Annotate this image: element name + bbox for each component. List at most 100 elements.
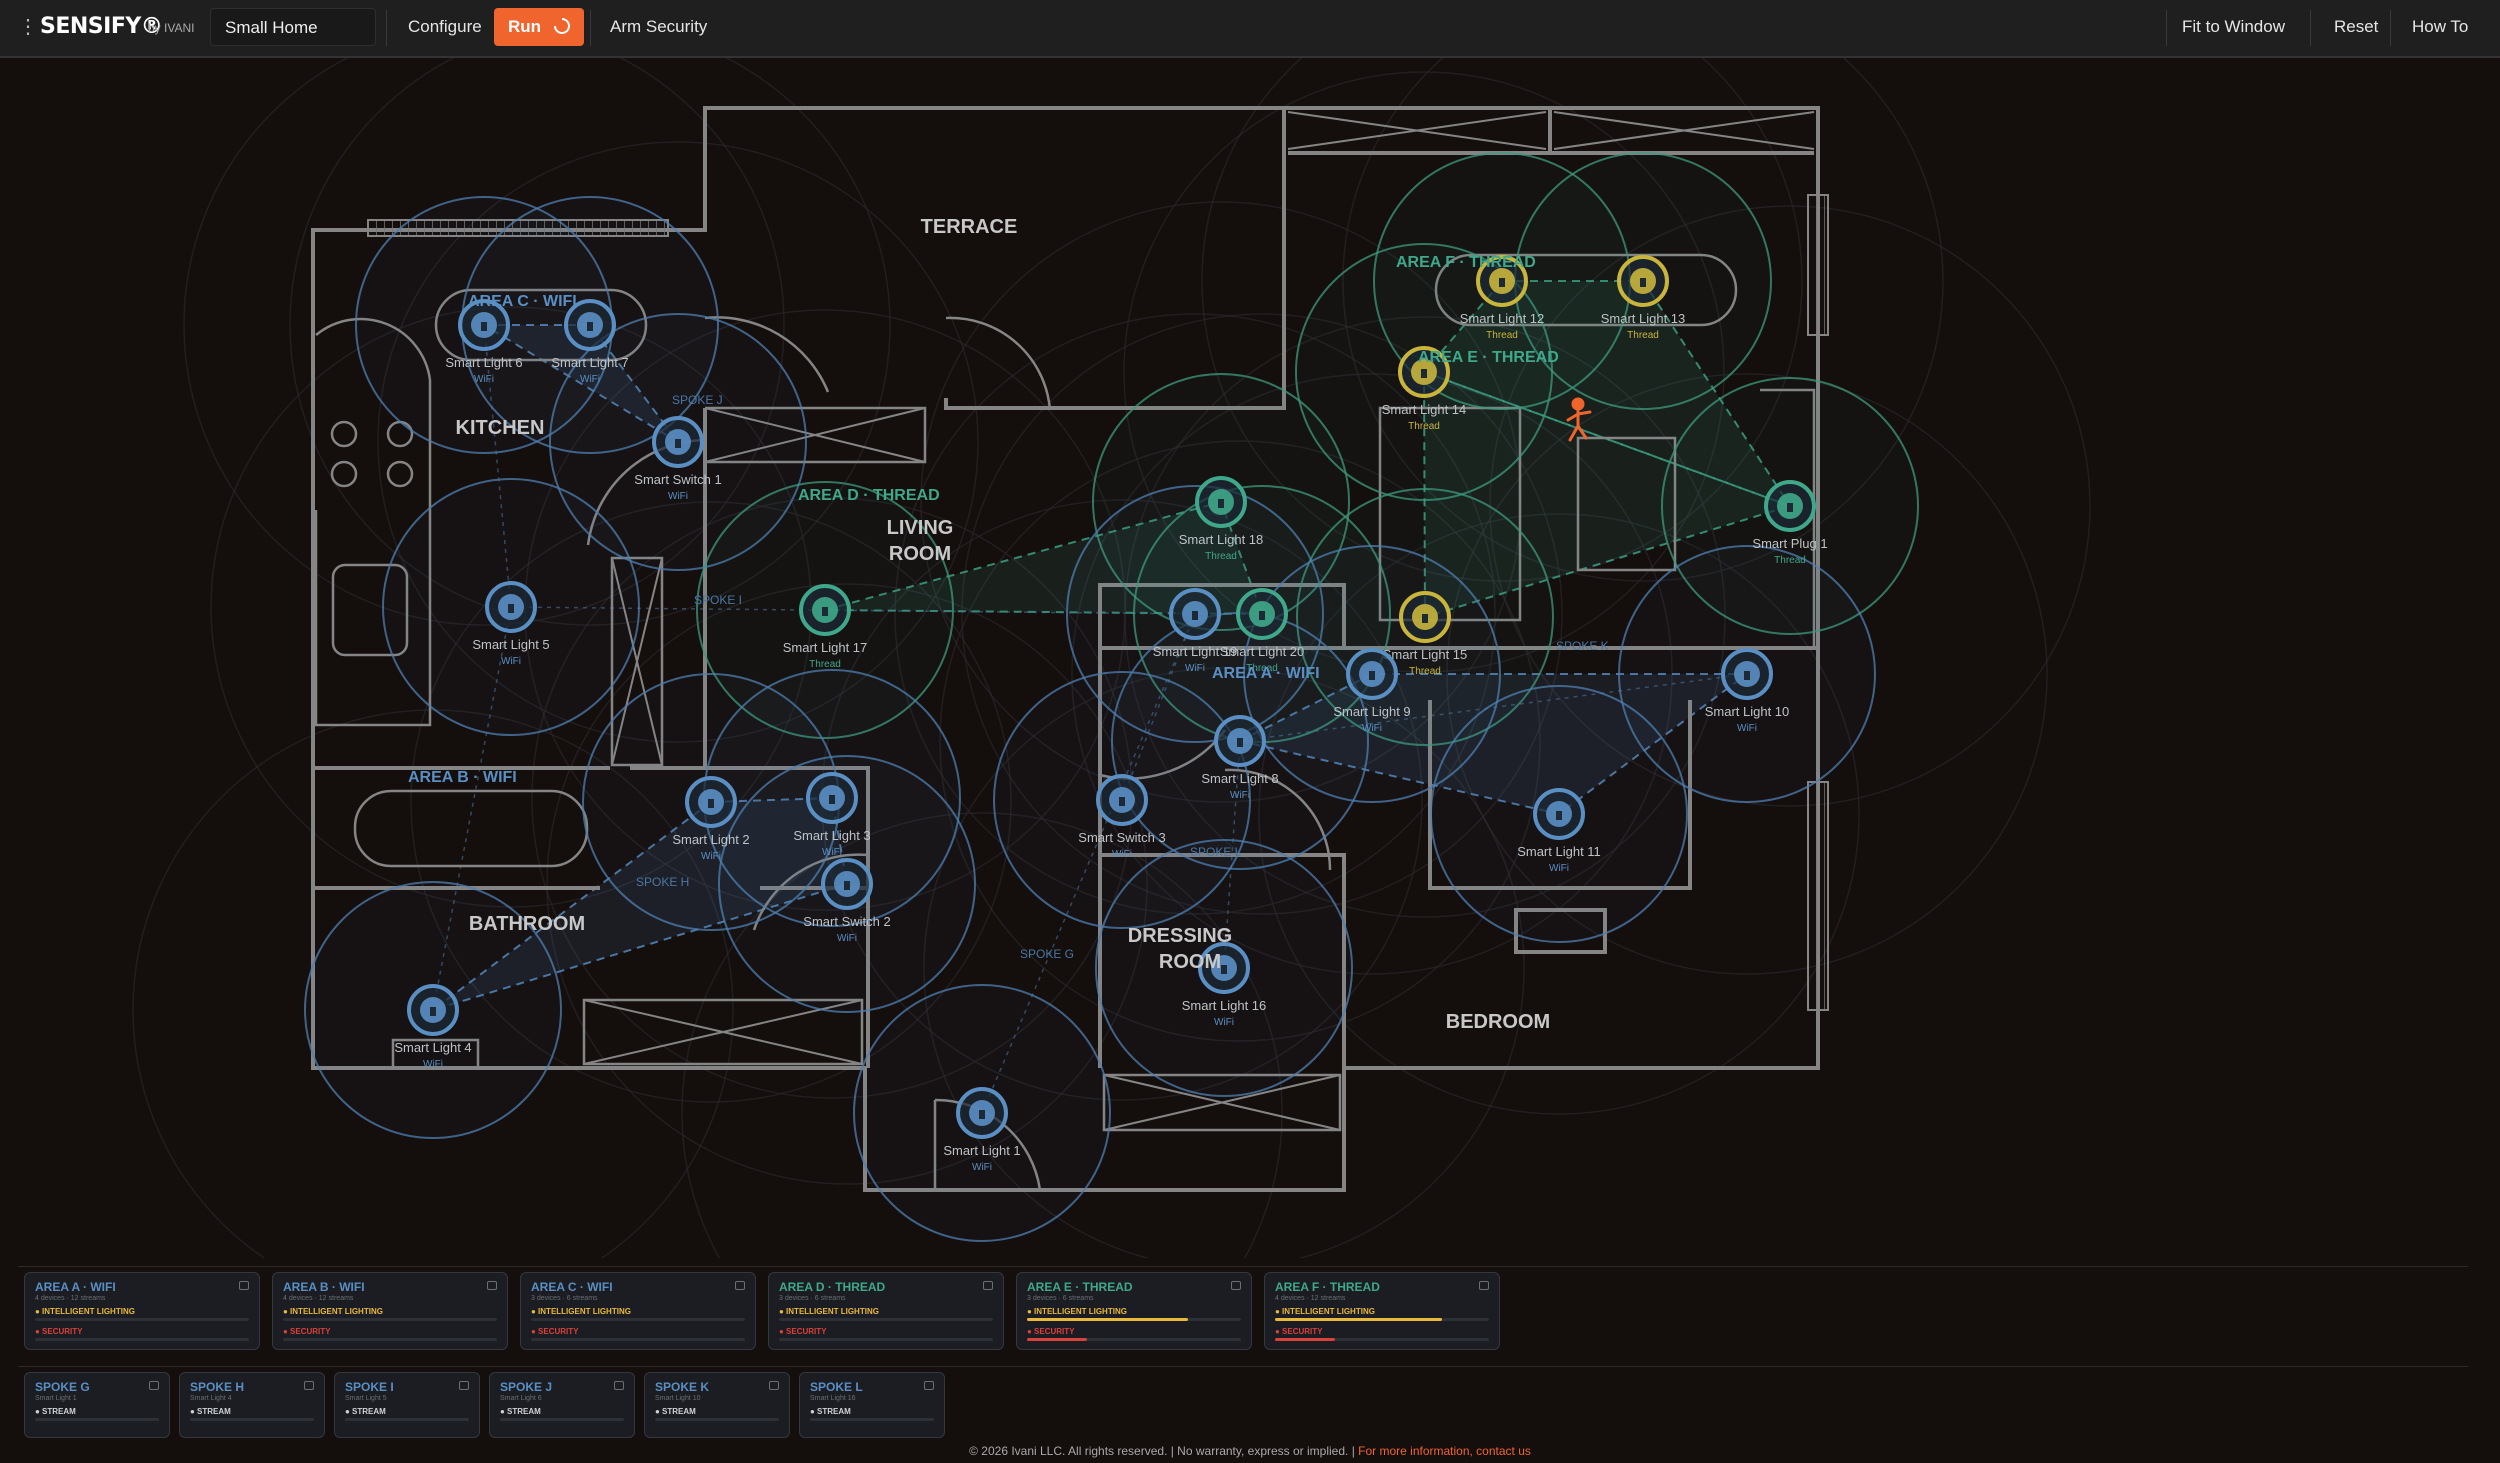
bulb-base-icon [587, 322, 593, 331]
floorplan-map[interactable]: Smart Light 6 WiFi Smart Light 7 WiFi Smart … [0, 58, 2500, 1258]
area-card-c[interactable]: AREA C · WIFI 3 devices · 6 streams ● IN… [520, 1272, 756, 1350]
arm-security-button[interactable]: Arm Security [594, 8, 723, 46]
delete-icon[interactable] [239, 1281, 249, 1290]
intelligent-lighting-label: ● INTELLIGENT LIGHTING [1027, 1307, 1127, 1316]
device-protocol: Thread [1409, 666, 1441, 677]
delete-icon[interactable] [769, 1381, 779, 1390]
reset-button[interactable]: Reset [2318, 8, 2394, 46]
spoke-card-g[interactable]: SPOKE G Smart Light 1 ● STREAM [24, 1372, 170, 1438]
fit-to-window-button[interactable]: Fit to Window [2166, 8, 2301, 46]
stream-bar [345, 1418, 469, 1421]
delete-icon[interactable] [735, 1281, 745, 1290]
delete-icon[interactable] [983, 1281, 993, 1290]
delete-icon[interactable] [459, 1381, 469, 1390]
area-card-d[interactable]: AREA D · THREAD 3 devices · 6 streams ● … [768, 1272, 1004, 1350]
stream-bar [810, 1418, 934, 1421]
area-card-e[interactable]: AREA E · THREAD 3 devices · 6 streams ● … [1016, 1272, 1252, 1350]
area-card-a[interactable]: AREA A · WIFI 4 devices · 12 streams ● I… [24, 1272, 260, 1350]
device-protocol: WiFi [822, 847, 842, 858]
security-label: ● SECURITY [531, 1327, 579, 1336]
room-label-terrace: TERRACE [921, 216, 1018, 238]
app-byline: by IVANI [148, 21, 195, 35]
spoke-card-h[interactable]: SPOKE H Smart Light 4 ● STREAM [179, 1372, 325, 1438]
bulb-base-icon [822, 607, 828, 616]
bulb-base-icon [1499, 278, 1505, 287]
spoke-card-j[interactable]: SPOKE J Smart Light 6 ● STREAM [489, 1372, 635, 1438]
security-bar [779, 1338, 993, 1341]
device-protocol: WiFi [1549, 863, 1569, 874]
spoke-card-title: SPOKE I [345, 1380, 394, 1394]
spoke-card-subtitle: Smart Light 16 [810, 1395, 856, 1402]
toolbar-divider [590, 10, 591, 46]
toolbar-divider [2310, 10, 2311, 46]
device-name: Smart Light 2 [672, 832, 749, 847]
spoke-card-subtitle: Smart Light 4 [190, 1395, 232, 1402]
security-label: ● SECURITY [283, 1327, 331, 1336]
spoke-card-i[interactable]: SPOKE I Smart Light 5 ● STREAM [334, 1372, 480, 1438]
bulb-base-icon [1744, 671, 1750, 680]
contact-link[interactable]: For more information, contact us [1358, 1444, 1531, 1458]
stream-label: ● STREAM [500, 1407, 541, 1416]
bulb-base-icon [829, 795, 835, 804]
area-card-subtitle: 3 devices · 6 streams [1027, 1295, 1094, 1302]
intelligent-lighting-bar [35, 1318, 249, 1321]
run-button-label: Run [508, 17, 542, 36]
device-name: Smart Light 15 [1383, 647, 1468, 662]
device-protocol: WiFi [474, 374, 494, 385]
spoke-card-l[interactable]: SPOKE L Smart Light 16 ● STREAM [799, 1372, 945, 1438]
area-card-title: AREA E · THREAD [1027, 1280, 1133, 1294]
menu-dots-icon[interactable]: ⋮ [18, 14, 38, 39]
area-label-c: AREA C · WIFI [468, 293, 577, 310]
spoke-label-i: SPOKE I [694, 593, 742, 607]
device-name: Smart Light 1 [943, 1143, 1020, 1158]
device-protocol: WiFi [1362, 723, 1382, 734]
room-label-dressing: DRESSING [1128, 925, 1232, 947]
device-name: Smart Light 16 [1182, 998, 1267, 1013]
intelligent-lighting-label: ● INTELLIGENT LIGHTING [1275, 1307, 1375, 1316]
stream-label: ● STREAM [655, 1407, 696, 1416]
spoke-card-title: SPOKE L [810, 1380, 863, 1394]
bulb-base-icon [1221, 965, 1227, 974]
stream-label: ● STREAM [345, 1407, 386, 1416]
stream-bar [190, 1418, 314, 1421]
delete-icon[interactable] [304, 1381, 314, 1390]
device-protocol: WiFi [668, 491, 688, 502]
area-card-subtitle: 3 devices · 6 streams [531, 1295, 598, 1302]
toolbar-divider [2390, 10, 2391, 46]
area-card-f[interactable]: AREA F · THREAD 4 devices · 12 streams ●… [1264, 1272, 1500, 1350]
spoke-card-subtitle: Smart Light 6 [500, 1395, 542, 1402]
device-protocol: Thread [1486, 330, 1518, 341]
area-label-b: AREA B · WIFI [408, 769, 517, 786]
spoke-label-h: SPOKE H [636, 875, 689, 889]
device-protocol: Thread [1627, 330, 1659, 341]
spoke-card-title: SPOKE K [655, 1380, 710, 1394]
device-name: Smart Plug 1 [1752, 536, 1827, 551]
project-name-field[interactable]: Small Home [210, 8, 376, 46]
spoke-label-k: SPOKE K [1556, 639, 1609, 653]
spoke-card-k[interactable]: SPOKE K Smart Light 10 ● STREAM [644, 1372, 790, 1438]
intelligent-lighting-bar [531, 1318, 745, 1321]
delete-icon[interactable] [487, 1281, 497, 1290]
device-protocol: Thread [809, 659, 841, 670]
device-name: Smart Switch 2 [803, 914, 890, 929]
configure-button[interactable]: Configure [392, 8, 498, 46]
intelligent-lighting-bar [779, 1318, 993, 1321]
how-to-button[interactable]: How To [2396, 8, 2484, 46]
security-bar [283, 1338, 497, 1341]
delete-icon[interactable] [614, 1381, 624, 1390]
device-name: Smart Switch 1 [634, 472, 721, 487]
device-protocol: WiFi [423, 1059, 443, 1070]
bulb-base-icon [1556, 811, 1562, 820]
delete-icon[interactable] [924, 1381, 934, 1390]
stream-bar [655, 1418, 779, 1421]
area-label-e: AREA E · THREAD [1418, 349, 1559, 366]
bulb-base-icon [1421, 369, 1427, 378]
delete-icon[interactable] [1479, 1281, 1489, 1290]
run-button[interactable]: Run [494, 8, 584, 46]
delete-icon[interactable] [1231, 1281, 1241, 1290]
device-name: Smart Light 9 [1333, 704, 1410, 719]
room-label-living: LIVING [887, 517, 954, 539]
area-card-b[interactable]: AREA B · WIFI 4 devices · 12 streams ● I… [272, 1272, 508, 1350]
area-label-f: AREA F · THREAD [1396, 254, 1536, 271]
delete-icon[interactable] [149, 1381, 159, 1390]
